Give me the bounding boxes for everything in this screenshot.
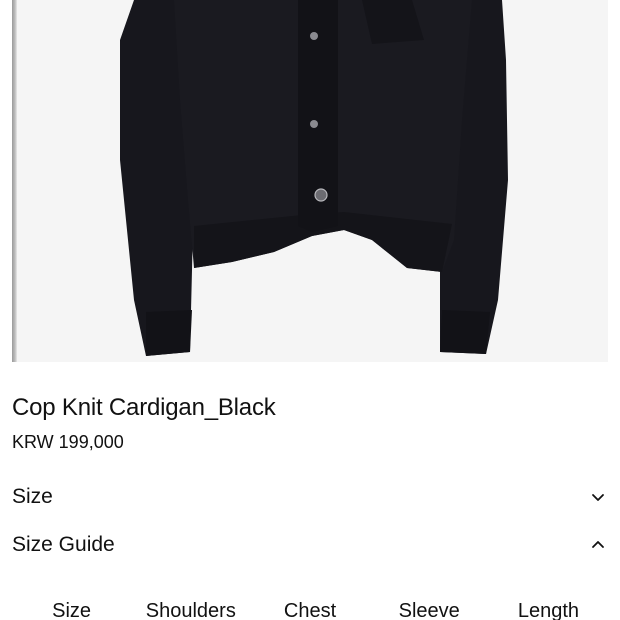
cardigan-illustration xyxy=(120,0,508,356)
chevron-down-icon[interactable] xyxy=(590,489,606,505)
size-accordion-label: Size xyxy=(12,485,53,508)
product-title: Cop Knit Cardigan_Black xyxy=(12,394,276,421)
size-table-header-size: Size xyxy=(52,600,92,620)
size-table-header: Size Shoulders Chest Sleeve Length xyxy=(12,600,608,620)
product-image[interactable] xyxy=(12,0,608,362)
size-table-header-shoulders: Shoulders xyxy=(145,600,236,620)
size-guide-accordion[interactable]: Size Guide xyxy=(12,529,608,561)
size-table-header-chest: Chest xyxy=(283,600,337,620)
chevron-up-icon[interactable] xyxy=(590,537,606,553)
size-guide-accordion-label: Size Guide xyxy=(12,533,115,556)
size-table-header-length: Length xyxy=(517,600,579,620)
product-page: Cop Knit Cardigan_Black KRW 199,000 Size… xyxy=(0,0,620,620)
size-table-header-sleeve: Sleeve xyxy=(398,600,460,620)
product-price: KRW 199,000 xyxy=(12,432,124,452)
size-accordion[interactable]: Size xyxy=(12,481,608,513)
gallery-edge xyxy=(12,0,17,362)
